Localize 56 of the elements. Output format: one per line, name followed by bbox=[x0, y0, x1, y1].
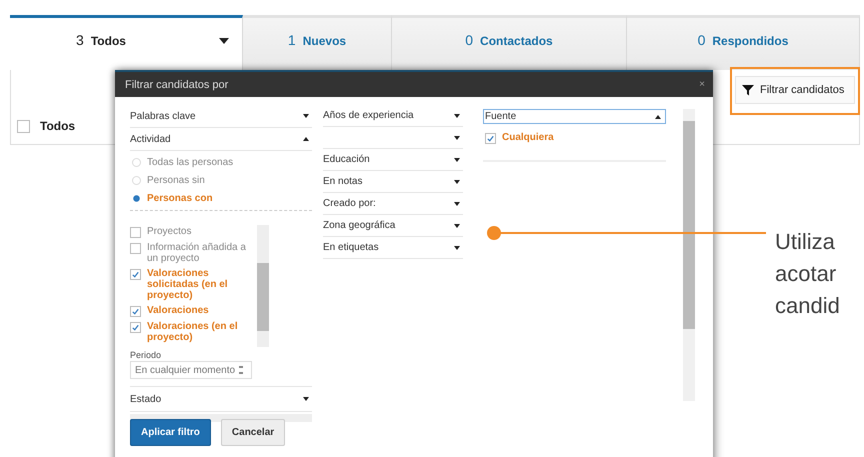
tab[interactable]: 1 Nuevos bbox=[243, 15, 392, 70]
checkbox[interactable] bbox=[17, 120, 30, 132]
radio-label: Todas las personas bbox=[147, 156, 234, 168]
filter-section[interactable]: Actividad bbox=[130, 128, 312, 151]
filter-section[interactable]: Estado bbox=[130, 386, 312, 412]
filter-section[interactable]: Palabras clave bbox=[130, 105, 312, 128]
source-select[interactable]: Fuente bbox=[483, 109, 666, 124]
checkbox[interactable] bbox=[130, 269, 141, 280]
checkbox[interactable] bbox=[485, 133, 496, 144]
field-label: Periodo bbox=[130, 350, 162, 360]
funnel-icon bbox=[742, 84, 754, 96]
tab[interactable]: 3 Todos bbox=[10, 15, 243, 70]
tab-label: Contactados bbox=[480, 34, 553, 48]
close-button[interactable]: × bbox=[699, 79, 705, 90]
checkbox-label: Proyectos bbox=[147, 226, 192, 237]
checkbox-label: Valoraciones solicitadas (en el proyecto) bbox=[147, 268, 229, 301]
radio-button[interactable] bbox=[132, 158, 141, 166]
checkbox-label: Cualquiera bbox=[502, 132, 555, 143]
checkbox[interactable] bbox=[130, 243, 141, 254]
scrollbar[interactable] bbox=[257, 225, 269, 347]
callout-text: Utiliza bbox=[775, 228, 836, 256]
checkbox[interactable] bbox=[130, 227, 141, 238]
tab-label: Respondidos bbox=[712, 34, 788, 48]
period-select[interactable]: En cualquier momento bbox=[130, 361, 252, 379]
radio-label: Personas con bbox=[147, 192, 213, 204]
checkbox[interactable] bbox=[130, 322, 141, 333]
checkbox-label: Todos bbox=[40, 119, 76, 133]
tab-label: Nuevos bbox=[302, 34, 346, 48]
radio-button[interactable] bbox=[132, 194, 141, 202]
filter-button[interactable]: Filtrar candidatos bbox=[735, 76, 855, 104]
filter-section[interactable]: Zona geográfica bbox=[323, 215, 463, 237]
tab-count: 0 bbox=[698, 32, 706, 48]
radio-button[interactable] bbox=[132, 176, 141, 184]
dialog-title: Filtrar candidatos por bbox=[125, 78, 228, 90]
filter-section[interactable]: En notas bbox=[323, 171, 463, 193]
dropdown-icon[interactable] bbox=[219, 38, 229, 44]
checkbox-label: Valoraciones bbox=[147, 305, 210, 316]
filter-section[interactable]: Creado por: bbox=[323, 193, 463, 215]
callout-text: candid bbox=[775, 292, 840, 320]
scrollbar[interactable] bbox=[683, 109, 695, 401]
checkbox[interactable] bbox=[130, 306, 141, 317]
apply-button[interactable]: Aplicar filtro bbox=[130, 419, 211, 446]
tab[interactable]: 0 Respondidos bbox=[627, 15, 860, 70]
tab-count: 0 bbox=[465, 32, 474, 48]
filter-section[interactable]: Educación bbox=[323, 149, 463, 171]
checkbox-label: Información añadida a un proyecto bbox=[147, 242, 247, 264]
filter-section[interactable]: En etiquetas bbox=[323, 237, 463, 259]
checkbox-label: Valoraciones (en el proyecto) bbox=[147, 321, 239, 343]
filter-section[interactable]: Años de experiencia bbox=[323, 105, 463, 127]
tab-label: Todos bbox=[90, 34, 126, 48]
tab-count: 1 bbox=[288, 32, 296, 48]
radio-label: Personas sin bbox=[147, 174, 205, 186]
callout-text: acotar bbox=[775, 260, 838, 288]
cancel-button[interactable]: Cancelar bbox=[220, 419, 286, 446]
tab-count: 3 bbox=[76, 32, 84, 48]
tab[interactable]: 0 Contactados bbox=[392, 15, 627, 70]
